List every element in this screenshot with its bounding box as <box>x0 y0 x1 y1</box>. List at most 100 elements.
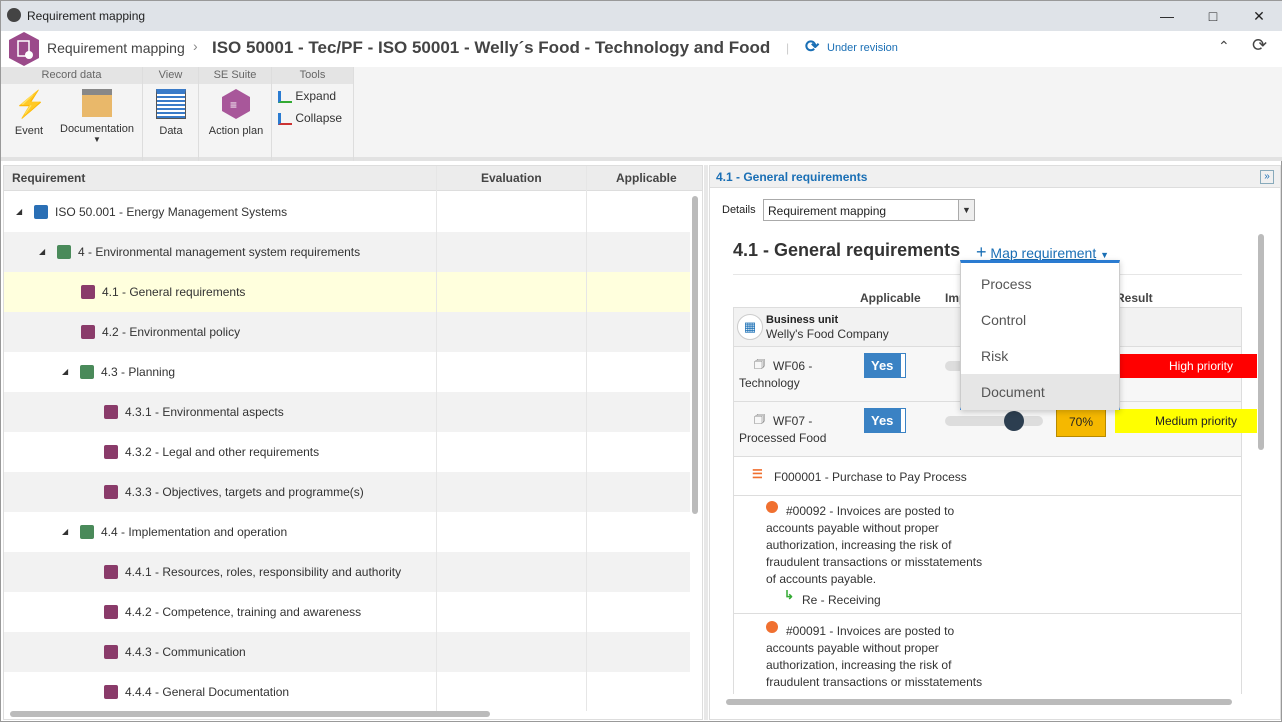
minimize-button[interactable]: — <box>1147 5 1187 27</box>
column-applicable[interactable]: Applicable <box>616 166 677 191</box>
header: Requirement mapping › ISO 50001 - Tec/PF… <box>1 31 1282 67</box>
column-result: Result <box>1116 291 1153 305</box>
tree-row[interactable]: 4.4.4 - General Documentation <box>4 672 690 712</box>
collapse-panel-icon[interactable]: » <box>1260 170 1274 184</box>
expanded-triangle-icon[interactable]: ◢ <box>39 232 45 272</box>
event-label: Event <box>14 125 44 137</box>
risk-row[interactable]: #00091 - Invoices are posted to accounts… <box>733 614 1242 694</box>
expand-label: Expand <box>295 89 337 103</box>
data-button[interactable]: Data <box>151 89 191 137</box>
tree-row-label: 4.1 - General requirements <box>102 285 246 299</box>
lightning-icon: ⚡ <box>14 89 47 119</box>
tree-row[interactable]: 4.4.1 - Resources, roles, responsibility… <box>4 552 690 592</box>
tree-row-label: 4.3.1 - Environmental aspects <box>125 405 284 419</box>
process-row[interactable]: ☰ F000001 - Purchase to Pay Process <box>733 457 1242 496</box>
detail-panel-header: 4.1 - General requirements » <box>710 166 1280 188</box>
collapse-label: Collapse <box>295 111 343 125</box>
refresh-icon[interactable]: ⟳ <box>1252 35 1267 56</box>
group-label: Tools <box>272 67 353 84</box>
group-tools: Tools Expand Collapse <box>272 67 354 161</box>
column-requirement[interactable]: Requirement <box>12 166 85 191</box>
menu-item-control[interactable]: Control <box>961 302 1119 338</box>
tree-row-label: 4.4 - Implementation and operation <box>101 525 288 539</box>
building-icon: ▦ <box>737 314 763 340</box>
event-button[interactable]: ⚡ Event <box>9 89 49 137</box>
requirement-module-icon <box>9 32 39 66</box>
requirement-icon <box>104 485 118 499</box>
table-icon <box>156 89 186 119</box>
group-record-data: Record data ⚡ Event Documentation ▼ <box>1 67 143 161</box>
expanded-triangle-icon[interactable]: ◢ <box>62 352 68 392</box>
impact-slider[interactable] <box>945 416 1043 426</box>
tree-row[interactable]: ◢ ISO 50.001 - Energy Management Systems <box>4 192 690 232</box>
column-applicable: Applicable <box>860 291 921 305</box>
revision-icon: ⟳ <box>805 37 820 56</box>
ribbon: Record data ⚡ Event Documentation ▼ View D… <box>1 67 1282 161</box>
tree-row[interactable]: ◢ 4.4 - Implementation and operation <box>4 512 690 552</box>
expanded-triangle-icon[interactable]: ◢ <box>16 192 22 232</box>
map-requirement-label: Map requirement <box>990 245 1097 261</box>
folder-clip-icon <box>82 89 112 117</box>
horizontal-scrollbar[interactable] <box>10 711 490 717</box>
action-plan-button[interactable]: ≡ Action plan <box>203 89 269 137</box>
module-name[interactable]: Requirement mapping <box>47 40 185 56</box>
column-divider <box>586 166 587 711</box>
slider-knob[interactable] <box>1003 411 1024 431</box>
details-select[interactable]: Requirement mapping ▼ <box>763 199 975 221</box>
unit-row[interactable]: 🗇 WF07 - Processed Food Yes 70% Medium p… <box>733 402 1257 457</box>
tree-row[interactable]: 4.3.1 - Environmental aspects <box>4 392 690 432</box>
tree-row[interactable]: 4.3.2 - Legal and other requirements <box>4 432 690 472</box>
status-text: Under revision <box>827 42 898 54</box>
tree-row[interactable]: 4.4.2 - Competence, training and awarene… <box>4 592 690 632</box>
tree-row[interactable]: ◢ 4 - Environmental management system req… <box>4 232 690 272</box>
tree-row[interactable]: 4.3.3 - Objectives, targets and programm… <box>4 472 690 512</box>
caret-down-icon: ▼ <box>1100 250 1110 260</box>
tree-row[interactable]: 4.2 - Environmental policy <box>4 312 690 352</box>
collapse-header-icon[interactable]: ⌃ <box>1218 38 1230 55</box>
title-bar: Requirement mapping — □ ✕ <box>1 1 1282 31</box>
group-icon <box>80 365 94 379</box>
column-evaluation[interactable]: Evaluation <box>481 166 542 191</box>
vertical-scrollbar[interactable] <box>692 196 698 514</box>
result-badge: Medium priority <box>1115 409 1257 433</box>
tree-row-label: 4.3 - Planning <box>101 365 176 379</box>
requirement-icon <box>104 605 118 619</box>
maximize-button[interactable]: □ <box>1193 5 1233 27</box>
requirement-icon <box>104 645 118 659</box>
activity-name: Re - Receiving <box>802 593 881 607</box>
horizontal-scrollbar[interactable] <box>726 699 1232 705</box>
risk-row[interactable]: #00092 - Invoices are posted to accounts… <box>733 496 1242 614</box>
result-badge: High priority <box>1119 354 1257 378</box>
documentation-button[interactable]: Documentation ▼ <box>57 89 137 144</box>
menu-item-risk[interactable]: Risk <box>961 338 1119 374</box>
applicable-toggle[interactable]: Yes <box>865 354 905 377</box>
vertical-scrollbar[interactable] <box>1258 234 1264 450</box>
unit-name: WF06 - Technology <box>739 359 813 390</box>
tree-row[interactable]: ◢ 4.3 - Planning <box>4 352 690 392</box>
expand-button[interactable]: Expand <box>278 89 336 103</box>
requirement-icon <box>81 325 95 339</box>
applicable-toggle[interactable]: Yes <box>865 409 905 432</box>
documentation-label: Documentation <box>60 123 134 135</box>
tree-row[interactable]: 4.4.3 - Communication <box>4 632 690 672</box>
collapse-button[interactable]: Collapse <box>278 111 342 125</box>
group-view: View Data <box>143 67 199 161</box>
requirement-icon <box>104 565 118 579</box>
group-label: View <box>143 67 198 84</box>
group-label: Record data <box>1 67 142 84</box>
expanded-triangle-icon[interactable]: ◢ <box>62 512 68 552</box>
panel-title: 4.1 - General requirements <box>716 170 868 184</box>
record-title: ISO 50001 - Tec/PF - ISO 50001 - Welly´s… <box>212 38 771 57</box>
tree-row[interactable]: 4.1 - General requirements <box>4 272 690 312</box>
splitter-handle[interactable] <box>704 165 708 720</box>
dropdown-arrow-icon: ▼ <box>93 135 101 144</box>
chevron-down-icon: ▼ <box>958 200 974 220</box>
menu-item-process[interactable]: Process <box>961 266 1119 302</box>
plus-icon: + <box>976 242 987 262</box>
data-label: Data <box>159 125 183 137</box>
menu-item-document[interactable]: Document <box>961 374 1119 410</box>
details-select-value: Requirement mapping <box>768 204 887 218</box>
close-button[interactable]: ✕ <box>1239 5 1279 27</box>
group-label: SE Suite <box>199 67 271 84</box>
group-icon <box>80 525 94 539</box>
